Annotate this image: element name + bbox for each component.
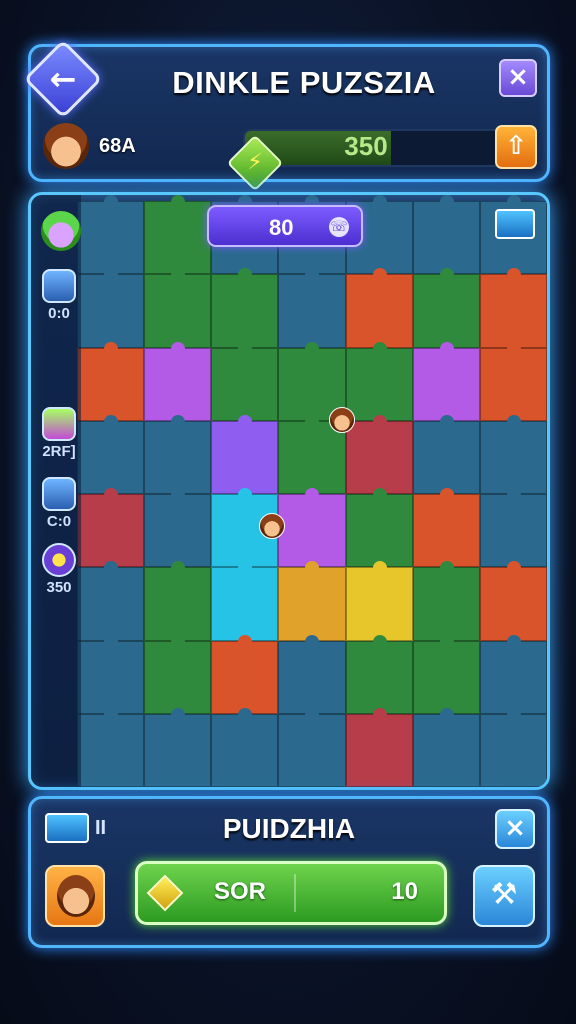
side-bar: 0:0 2RF] C:0 350: [31, 195, 81, 787]
puzzle-piece[interactable]: [278, 487, 346, 568]
player-avatar-icon: [57, 875, 95, 917]
puzzle-piece[interactable]: [144, 195, 212, 275]
upgrade-button[interactable]: ⇧: [495, 125, 537, 169]
puzzle-piece[interactable]: [144, 707, 212, 787]
puzzle-piece[interactable]: [345, 634, 413, 714]
puzzle-piece[interactable]: [479, 707, 547, 787]
side-item-star[interactable]: 350: [37, 543, 81, 596]
side-item-wand[interactable]: 2RF]: [37, 407, 81, 460]
close-icon: ×: [504, 813, 526, 843]
puzzle-piece[interactable]: [412, 634, 480, 714]
side-item-label: C:0: [46, 513, 72, 530]
puzzle-piece[interactable]: [77, 341, 145, 421]
puzzle-piece[interactable]: [345, 707, 413, 787]
close-button[interactable]: ×: [495, 809, 535, 849]
puzzle-piece[interactable]: [77, 561, 145, 641]
puzzle-piece[interactable]: [77, 707, 145, 787]
star-icon: [42, 543, 76, 577]
arrow-up-icon: ⇧: [505, 131, 527, 161]
score-value: 80: [269, 215, 294, 240]
hammer-icon: ⚒: [490, 877, 518, 912]
puzzle-piece[interactable]: [479, 487, 547, 568]
close-icon: ×: [507, 62, 529, 92]
close-button[interactable]: ×: [499, 59, 537, 97]
puzzle-piece[interactable]: [412, 414, 480, 494]
player-avatar-button[interactable]: [45, 865, 105, 927]
hammer-button[interactable]: ⚒: [473, 865, 535, 927]
player-avatar-icon[interactable]: [43, 123, 89, 169]
puzzle-piece[interactable]: [479, 341, 547, 421]
side-item-book[interactable]: 0:0: [37, 269, 81, 322]
puzzle-piece[interactable]: [479, 561, 547, 641]
divider: [294, 874, 296, 912]
puzzle-piece[interactable]: [412, 707, 480, 787]
puzzle-piece[interactable]: [77, 268, 145, 348]
puzzle-piece[interactable]: [278, 561, 346, 641]
puzzle-piece[interactable]: [211, 268, 279, 348]
energy-value: 350: [344, 131, 388, 161]
puzzle-grid[interactable]: [77, 195, 547, 787]
puzzle-piece[interactable]: [77, 195, 145, 275]
score-display: 80 ☏: [207, 205, 363, 247]
puzzle-piece[interactable]: [211, 341, 279, 421]
puzzle-piece[interactable]: [479, 268, 547, 348]
puzzle-piece[interactable]: [278, 268, 346, 348]
puzzle-piece[interactable]: [77, 414, 145, 494]
puzzle-piece[interactable]: [144, 414, 212, 494]
puzzle-piece[interactable]: [412, 195, 480, 275]
puzzle-piece[interactable]: [77, 634, 145, 714]
side-item-label: 0:0: [48, 305, 70, 322]
book-icon: [42, 269, 76, 303]
side-item-label: 350: [46, 579, 72, 596]
player-marker-icon: [329, 407, 355, 433]
puzzle-piece[interactable]: [345, 341, 413, 421]
header-panel: ← DINKLE PUZSZIA × 68A ⚡ 350 ⇧: [23, 39, 550, 192]
page-title: DINKLE PUZSZIA: [172, 65, 436, 100]
arrow-left-icon: ←: [49, 60, 77, 98]
puzzle-piece[interactable]: [144, 634, 212, 714]
wand-icon: [42, 407, 76, 441]
side-item-book-2[interactable]: C:0: [37, 477, 81, 530]
puzzle-piece[interactable]: [412, 487, 480, 568]
footer-panel: II PUIDZHIA × SOR 10 ⚒: [28, 796, 550, 948]
back-button[interactable]: ←: [23, 39, 103, 119]
footer-title: PUIDZHIA: [222, 813, 356, 844]
puzzle-piece[interactable]: [345, 487, 413, 568]
puzzle-piece[interactable]: [479, 634, 547, 714]
puzzle-piece[interactable]: [345, 268, 413, 348]
puzzle-piece[interactable]: [479, 414, 547, 494]
puzzle-piece[interactable]: [412, 268, 480, 348]
player-marker-icon: [259, 513, 285, 539]
puzzle-piece[interactable]: [144, 561, 212, 641]
puzzle-piece[interactable]: [345, 561, 413, 641]
puzzle-piece[interactable]: [77, 487, 145, 568]
player-name: 68A: [99, 135, 136, 157]
toolbox-icon[interactable]: [495, 209, 535, 239]
sort-label: SOR: [214, 878, 267, 905]
puzzle-piece[interactable]: [144, 268, 212, 348]
puzzle-piece[interactable]: [412, 561, 480, 641]
gem-icon: [146, 874, 184, 912]
puzzle-piece[interactable]: [211, 634, 279, 714]
puzzle-piece[interactable]: [211, 561, 279, 641]
phone-icon: ☏: [329, 217, 349, 237]
book-icon: [42, 477, 76, 511]
sort-value: 10: [391, 878, 418, 905]
puzzle-piece[interactable]: [211, 707, 279, 787]
puzzle-piece[interactable]: [144, 487, 212, 568]
sort-button[interactable]: SOR 10: [135, 861, 447, 925]
puzzle-piece[interactable]: [211, 414, 279, 494]
puzzle-board: 0:0 2RF] C:0 350 80 ☏: [28, 192, 550, 790]
puzzle-piece[interactable]: [278, 707, 346, 787]
puzzle-piece[interactable]: [278, 634, 346, 714]
puzzle-piece[interactable]: [345, 414, 413, 494]
puzzle-piece[interactable]: [412, 341, 480, 421]
side-item-label: 2RF]: [42, 443, 76, 460]
goblin-avatar-icon[interactable]: [41, 211, 81, 251]
puzzle-piece[interactable]: [144, 341, 212, 421]
